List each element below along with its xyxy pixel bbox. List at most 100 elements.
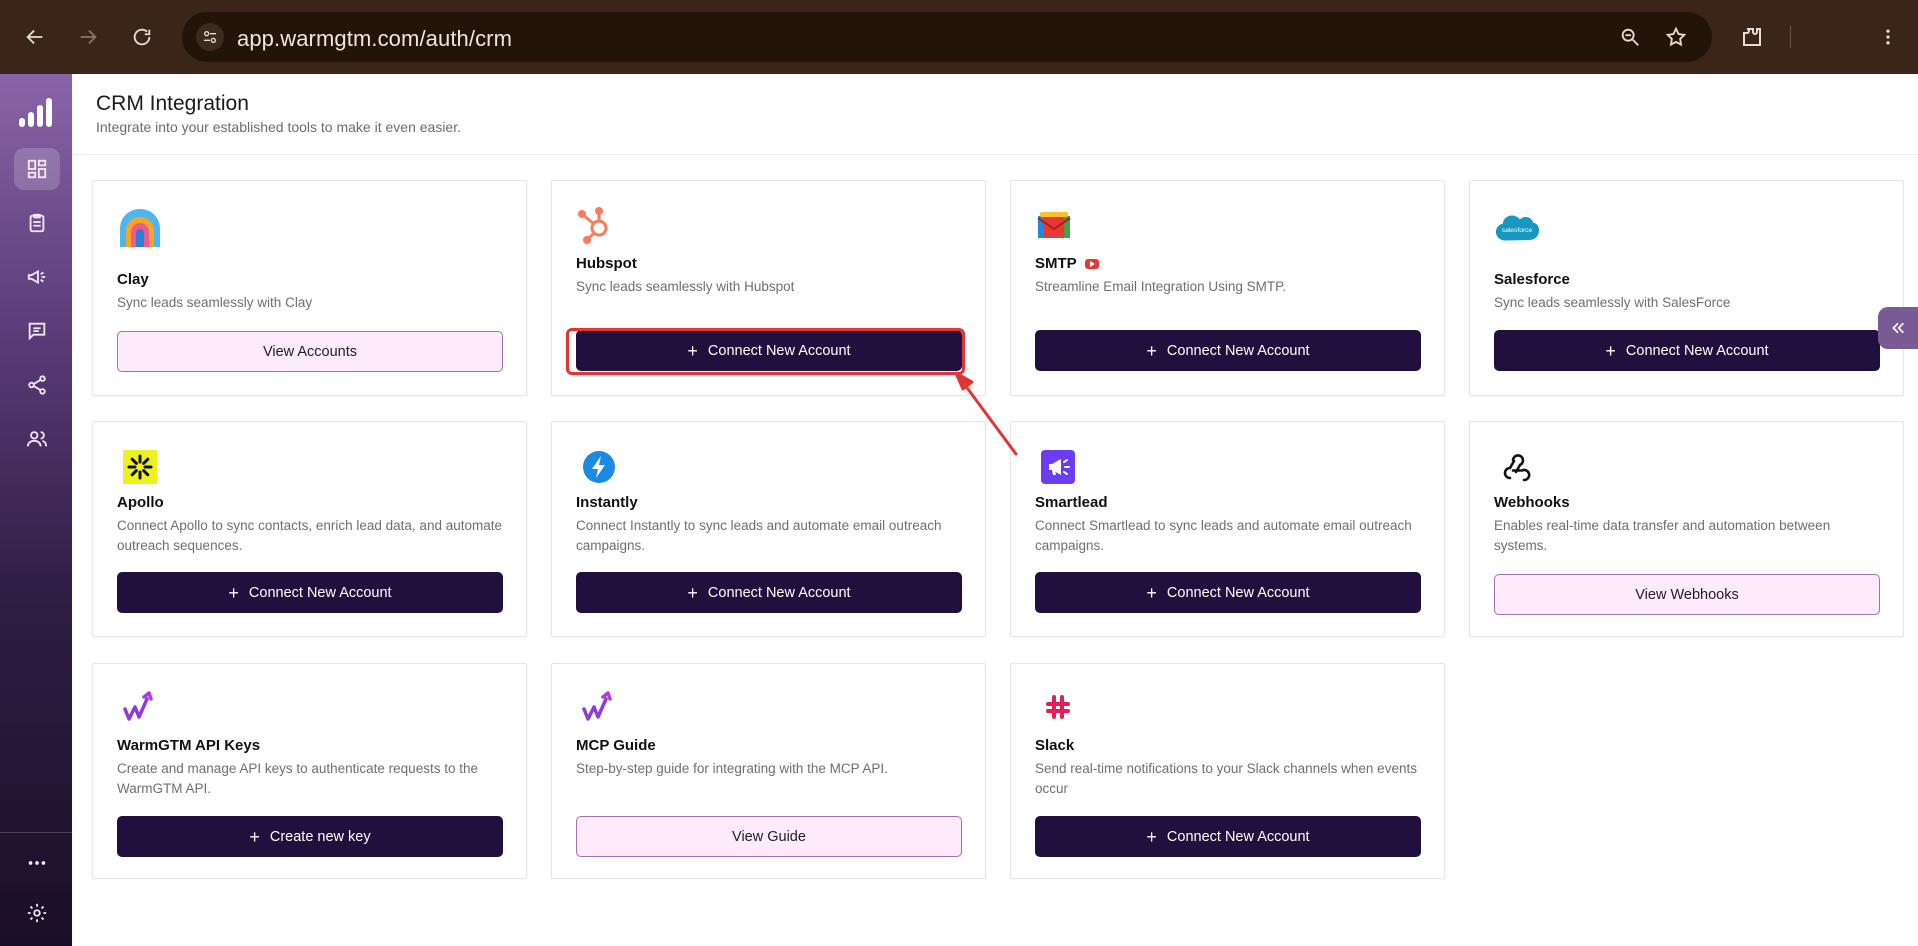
card-title: Smartlead	[1035, 494, 1108, 511]
card-description: Enables real-time data transfer and auto…	[1494, 518, 1831, 553]
view-accounts-button[interactable]: View Accounts	[117, 331, 503, 372]
integration-card-mcp-guide: MCP Guide Step-by-step guide for integra…	[551, 663, 986, 879]
integration-card-smartlead: Smartlead Connect Smartlead to sync lead…	[1010, 421, 1445, 637]
sidebar-item-users[interactable]	[14, 418, 60, 460]
toolbar-divider	[1790, 26, 1791, 48]
view-webhooks-button[interactable]: View Webhooks	[1494, 574, 1880, 615]
zoom-icon[interactable]	[1618, 25, 1642, 49]
card-description: Connect Instantly to sync leads and auto…	[576, 518, 942, 553]
plus-icon: +	[1146, 826, 1157, 847]
view-guide-button[interactable]: View Guide	[576, 816, 962, 857]
plus-icon: +	[1605, 340, 1616, 361]
card-description: Connect Smartlead to sync leads and auto…	[1035, 518, 1412, 553]
sidebar-item-more[interactable]	[14, 842, 60, 884]
messages-icon	[28, 322, 46, 341]
create-new-key-button[interactable]: + Create new key	[117, 816, 503, 857]
plus-icon: +	[687, 340, 698, 361]
main-content: CRM Integration Integrate into your esta…	[72, 74, 1918, 946]
svg-text:salesforce: salesforce	[1502, 227, 1533, 234]
sidebar-item-campaigns[interactable]	[14, 256, 60, 298]
browser-toolbar: app.warmgtm.com/auth/crm	[0, 0, 1918, 74]
clipboard-icon	[29, 213, 45, 233]
sidebar-item-dashboard[interactable]	[14, 148, 60, 190]
clay-logo-icon	[117, 205, 163, 251]
sidebar-item-integrations[interactable]	[14, 364, 60, 406]
card-description: Connect Apollo to sync contacts, enrich …	[117, 518, 502, 553]
card-description: Create and manage API keys to authentica…	[117, 761, 478, 796]
smartlead-megaphone-icon	[1035, 444, 1081, 490]
card-description: Sync leads seamlessly with Clay	[117, 295, 313, 310]
site-info-icon[interactable]	[196, 23, 224, 51]
card-title: MCP Guide	[576, 737, 656, 754]
app-sidebar	[0, 74, 72, 946]
page-header: CRM Integration Integrate into your esta…	[72, 74, 1918, 155]
double-chevron-left-icon	[1892, 322, 1904, 334]
collapse-panel-button[interactable]	[1878, 307, 1918, 349]
page-title: CRM Integration	[96, 92, 249, 115]
plus-icon: +	[228, 582, 239, 603]
integration-card-apollo: Apollo Connect Apollo to sync contacts, …	[92, 421, 527, 637]
card-description: Sync leads seamlessly with Hubspot	[576, 279, 795, 294]
integration-card-slack: Slack Send real-time notifications to yo…	[1010, 663, 1445, 879]
integration-card-api-keys: WarmGTM API Keys Create and manage API k…	[92, 663, 527, 879]
plus-icon: +	[1146, 340, 1157, 361]
slack-logo-icon	[1035, 684, 1081, 730]
integration-card-clay: Clay Sync leads seamlessly with Clay Vie…	[92, 180, 527, 396]
card-title: Apollo	[117, 494, 164, 511]
hubspot-logo-icon	[572, 201, 618, 247]
salesforce-connect-new-account-button[interactable]: + Connect New Account	[1494, 330, 1880, 371]
integration-card-instantly: Instantly Connect Instantly to sync lead…	[551, 421, 986, 637]
youtube-icon[interactable]	[1084, 258, 1099, 269]
smtp-connect-new-account-button[interactable]: + Connect New Account	[1035, 330, 1421, 371]
address-bar[interactable]: app.warmgtm.com/auth/crm	[182, 12, 1712, 62]
warmgtm-logo-icon	[117, 684, 163, 730]
salesforce-cloud-icon: salesforce	[1494, 205, 1540, 251]
integration-card-salesforce: salesforce Salesforce Sync leads seamles…	[1469, 180, 1904, 396]
page-subtitle: Integrate into your established tools to…	[96, 119, 461, 135]
browser-menu-icon[interactable]	[1873, 22, 1903, 52]
back-button[interactable]	[17, 19, 53, 55]
sidebar-item-tasks[interactable]	[14, 202, 60, 244]
dashboard-icon	[27, 159, 47, 179]
integration-card-hubspot: Hubspot Sync leads seamlessly with Hubsp…	[551, 180, 986, 396]
plus-icon: +	[1146, 582, 1157, 603]
reload-icon	[133, 28, 151, 46]
arrow-right-icon	[80, 29, 97, 45]
card-title: Instantly	[576, 494, 638, 511]
card-title: Hubspot	[576, 255, 637, 272]
settings-icon	[27, 903, 47, 923]
bookmark-star-icon[interactable]	[1664, 25, 1688, 49]
apollo-logo-icon	[117, 444, 163, 490]
hubspot-connect-new-account-button[interactable]: + Connect New Account	[576, 330, 962, 371]
integration-card-smtp: SMTP Streamline Email Integration Using …	[1010, 180, 1445, 396]
card-description: Streamline Email Integration Using SMTP.	[1035, 279, 1287, 294]
plus-icon: +	[249, 826, 260, 847]
smartlead-connect-new-account-button[interactable]: + Connect New Account	[1035, 572, 1421, 613]
card-title: Webhooks	[1494, 494, 1570, 511]
slack-connect-new-account-button[interactable]: + Connect New Account	[1035, 816, 1421, 857]
card-title: Slack	[1035, 737, 1075, 754]
integration-card-webhooks: Webhooks Enables real-time data transfer…	[1469, 421, 1904, 637]
extensions-icon[interactable]	[1737, 22, 1767, 52]
apollo-connect-new-account-button[interactable]: + Connect New Account	[117, 572, 503, 613]
warmgtm-bars-logo-icon[interactable]	[18, 96, 54, 128]
card-title: Salesforce	[1494, 271, 1570, 288]
arrow-left-icon	[26, 29, 43, 45]
share-icon	[28, 375, 46, 395]
users-icon	[26, 431, 48, 447]
forward-button[interactable]	[70, 19, 106, 55]
url-text: app.warmgtm.com/auth/crm	[237, 26, 513, 51]
instantly-bolt-icon	[576, 444, 622, 490]
sidebar-item-inbox[interactable]	[14, 310, 60, 352]
instantly-connect-new-account-button[interactable]: + Connect New Account	[576, 572, 962, 613]
smtp-envelope-icon	[1031, 201, 1077, 247]
card-title: WarmGTM API Keys	[117, 737, 261, 754]
card-description: Step-by-step guide for integrating with …	[576, 761, 888, 776]
megaphone-icon	[27, 269, 46, 285]
plus-icon: +	[687, 582, 698, 603]
card-title: Clay	[117, 271, 149, 288]
sidebar-item-settings[interactable]	[14, 892, 60, 934]
sidebar-divider	[0, 832, 72, 833]
reload-button[interactable]	[124, 19, 160, 55]
webhook-icon	[1494, 444, 1540, 490]
